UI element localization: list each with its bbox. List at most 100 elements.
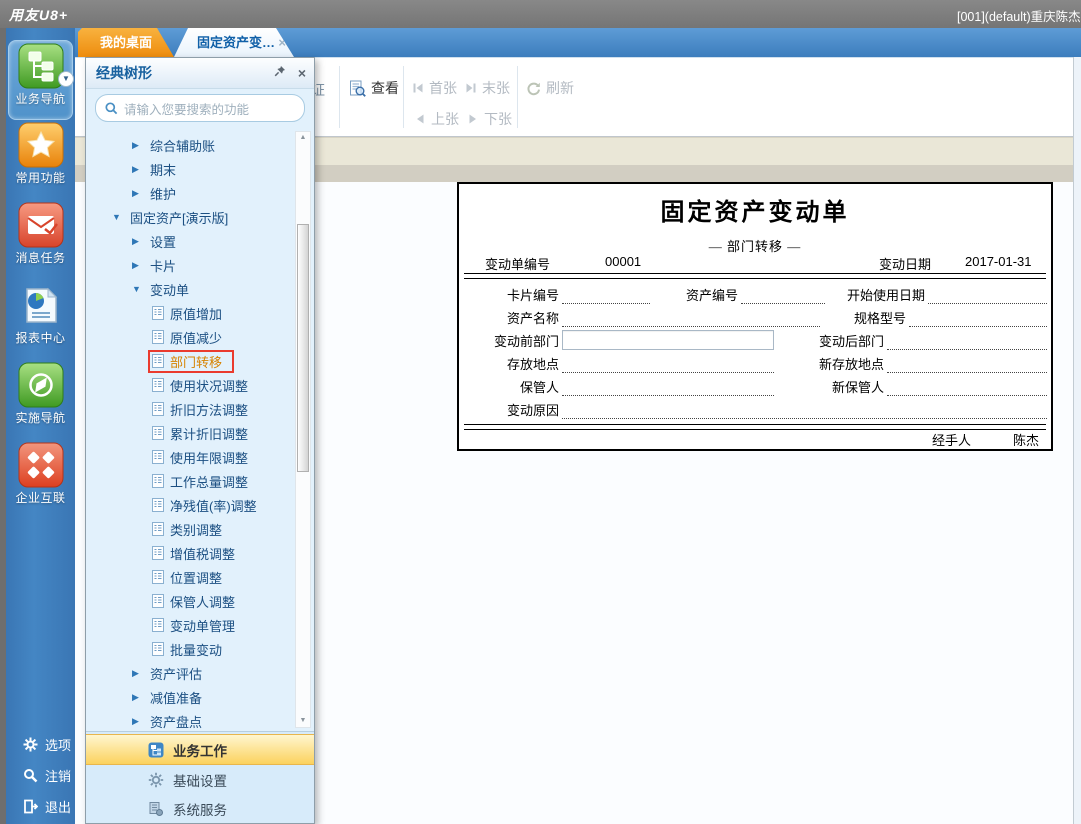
sidebar-item-implementation[interactable]: 实施导航 [9, 362, 72, 440]
tree-node[interactable]: 卡片 [86, 253, 314, 277]
field-underline[interactable] [562, 401, 1047, 419]
sidebar-item-business-nav[interactable]: ▼ 业务导航 [8, 40, 73, 120]
chevron-icon [132, 140, 150, 151]
chevron-icon [132, 164, 150, 175]
form-field-row: 卡片编号资产编号开始使用日期 [463, 281, 1047, 304]
scroll-down-icon[interactable]: ▼ [296, 715, 310, 727]
view-button[interactable]: 查看 [349, 78, 399, 98]
tree-node[interactable]: 净残值(率)调整 [86, 493, 314, 517]
yonyou-u8-logo: 用友U8+ [9, 5, 68, 25]
tree-node[interactable]: 部门转移 [86, 349, 314, 373]
document-icon [152, 546, 164, 560]
tree-node-label: 期末 [150, 160, 176, 179]
field-underline[interactable] [928, 286, 1047, 304]
field-underline[interactable] [887, 332, 1047, 350]
field-underline[interactable] [887, 378, 1047, 396]
tree-node-label: 累计折旧调整 [170, 424, 248, 443]
field-underline[interactable] [909, 309, 1047, 327]
sidebar-item-reports[interactable]: 报表中心 [9, 282, 72, 360]
logout-button[interactable]: 注销 [12, 760, 75, 791]
tree-node[interactable]: 位置调整 [86, 565, 314, 589]
doc-no-label: 变动单编号 [485, 254, 550, 273]
tree-node[interactable]: 保管人调整 [86, 589, 314, 613]
window-right-edge [1073, 57, 1081, 824]
refresh-button[interactable]: 刷新 [526, 78, 574, 98]
next-record-button[interactable]: 下张 [467, 109, 512, 129]
sidebar-item-messages[interactable]: 消息任务 [9, 202, 72, 280]
tree-node[interactable]: 原值减少 [86, 325, 314, 349]
pin-icon[interactable] [270, 64, 290, 82]
tree-node[interactable]: 折旧方法调整 [86, 397, 314, 421]
view-document-icon [349, 80, 366, 97]
business-work-icon [148, 742, 164, 758]
form-title: 固定资产变动单 [459, 192, 1051, 227]
document-icon [152, 642, 164, 656]
tree-node[interactable]: 增值税调整 [86, 541, 314, 565]
field-underline[interactable] [562, 378, 774, 396]
tree-node-label: 位置调整 [170, 568, 222, 587]
tree-node[interactable]: 使用年限调整 [86, 445, 314, 469]
tree-node-label: 减值准备 [150, 688, 202, 707]
tree-node[interactable]: 维护 [86, 181, 314, 205]
tree-node-label: 工作总量调整 [170, 472, 248, 491]
nav-business-work[interactable]: 业务工作 [86, 734, 314, 765]
prev-record-icon [414, 113, 426, 125]
tree-node[interactable]: 类别调整 [86, 517, 314, 541]
department-before-input[interactable] [562, 330, 774, 350]
document-icon [152, 594, 164, 608]
field-label: 规格型号 [820, 308, 909, 327]
exit-icon [23, 799, 38, 814]
tree-node[interactable]: 使用状况调整 [86, 373, 314, 397]
last-record-button[interactable]: 末张 [465, 78, 510, 98]
tree-node[interactable]: 原值增加 [86, 301, 314, 325]
prev-record-button[interactable]: 上张 [414, 109, 459, 129]
window-titlebar: 用友U8+ [001](default)重庆陈杰 [0, 0, 1081, 28]
tree-node[interactable]: 工作总量调整 [86, 469, 314, 493]
close-icon[interactable]: × [290, 65, 314, 81]
field-underline[interactable] [562, 286, 650, 304]
field-label: 变动后部门 [774, 331, 887, 350]
sidebar-item-favorites[interactable]: 常用功能 [9, 122, 72, 200]
tree-node[interactable]: 累计折旧调整 [86, 421, 314, 445]
tree-node[interactable]: 批量变动 [86, 637, 314, 661]
search-icon [105, 102, 118, 115]
tree-node[interactable]: 综合辅助账 [86, 133, 314, 157]
report-center-icon [18, 282, 64, 328]
tree-node[interactable]: 固定资产[演示版] [86, 205, 314, 229]
first-record-button[interactable]: 首张 [412, 78, 457, 98]
scrollbar-thumb[interactable] [297, 224, 309, 472]
tree-node[interactable]: 资产评估 [86, 661, 314, 685]
field-underline[interactable] [741, 286, 825, 304]
field-underline[interactable] [562, 355, 774, 373]
tab-my-desktop[interactable]: 我的桌面 [78, 28, 174, 57]
business-nav-icon [18, 43, 64, 89]
tree-node[interactable]: 变动单管理 [86, 613, 314, 637]
exit-button[interactable]: 退出 [12, 791, 75, 822]
nav-basic-settings[interactable]: 基础设置 [86, 765, 314, 794]
view-label: 查看 [371, 78, 399, 98]
sidebar-item-enterprise-link[interactable]: 企业互联 [9, 442, 72, 520]
tree-node[interactable]: 变动单 [86, 277, 314, 301]
tree-panel-title: 经典树形 [86, 63, 270, 83]
tree-node-label: 增值税调整 [170, 544, 235, 563]
chevron-icon [132, 284, 150, 294]
field-underline[interactable] [887, 355, 1047, 373]
tree-scrollbar[interactable]: ▲ ▼ [295, 131, 311, 728]
document-icon [152, 618, 164, 632]
tree-node[interactable]: 资产盘点 [86, 709, 314, 731]
tab-fixed-assets[interactable]: 固定资产变… × [174, 28, 294, 57]
chevron-down-badge-icon[interactable]: ▼ [58, 71, 74, 87]
chevron-icon [132, 188, 150, 199]
tree-node[interactable]: 减值准备 [86, 685, 314, 709]
tab-close-icon[interactable]: × [278, 28, 286, 57]
nav-system-service[interactable]: 系统服务 [86, 794, 314, 823]
tree-node[interactable]: 期末 [86, 157, 314, 181]
options-button[interactable]: 选项 [12, 729, 75, 760]
scroll-up-icon[interactable]: ▲ [296, 132, 310, 144]
tree-node-label: 类别调整 [170, 520, 222, 539]
tree-node[interactable]: 设置 [86, 229, 314, 253]
document-icon [152, 354, 164, 368]
search-input[interactable]: 请输入您要搜索的功能 [95, 94, 305, 122]
nav-system-service-label: 系统服务 [173, 799, 227, 819]
field-underline[interactable] [562, 309, 820, 327]
